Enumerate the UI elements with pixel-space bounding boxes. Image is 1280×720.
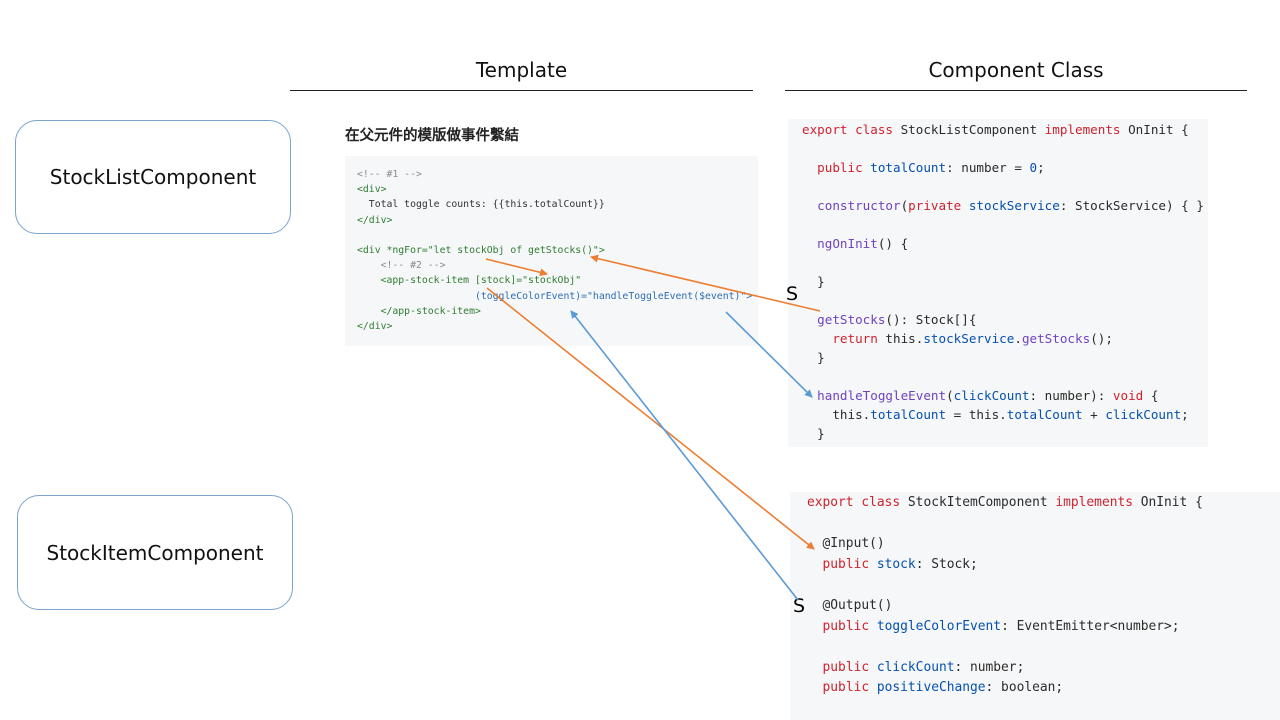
list-class-code-panel: export class StockListComponent implemen… — [788, 119, 1208, 447]
template-code-line: <div> — [357, 184, 387, 196]
template-heading: 在父元件的模版做事件繫結 — [345, 128, 519, 144]
code-line: public clickCount: number; — [822, 659, 1025, 675]
template-code-line: (toggleColorEvent)="handleToggleEvent($e… — [357, 290, 753, 302]
code-line: public stock: Stock; — [822, 556, 978, 572]
code-line: this.totalCount = this.totalCount + clic… — [802, 407, 1189, 422]
code-line: handleToggleEvent(clickCount: number): v… — [817, 388, 1159, 403]
code-line: export class StockListComponent implemen… — [802, 122, 1189, 137]
code-line: public toggleColorEvent: EventEmitter<nu… — [822, 618, 1180, 634]
code-line: public positiveChange: boolean; — [822, 680, 1064, 696]
stock-list-component-box: StockListComponent — [15, 120, 291, 234]
s-marker-item: S — [793, 595, 806, 617]
arrow-output-to-togglecolorevent — [570, 310, 799, 601]
stock-item-component-label: StockItemComponent — [46, 540, 264, 565]
template-code-line: </app-stock-item> — [357, 305, 481, 317]
item-class-code-panel: export class StockItemComponent implemen… — [790, 492, 1280, 720]
code-line: @Output() — [807, 597, 893, 613]
code-line: public totalCount: number = 0; — [817, 160, 1045, 175]
code-line: ngOnInit() { — [817, 236, 909, 251]
template-code-panel: <!-- #1 --> <div> Total toggle counts: {… — [345, 156, 758, 346]
template-column-rule — [290, 90, 753, 91]
item-class-code: export class StockItemComponent implemen… — [807, 493, 1203, 699]
stock-list-component-label: StockListComponent — [49, 165, 257, 189]
template-code-line: </div> — [357, 214, 393, 226]
list-class-code: export class StockListComponent implemen… — [802, 120, 1204, 443]
code-line: @Input() — [807, 536, 885, 552]
template-code-line: Total toggle counts: {{this.totalCount}} — [357, 199, 605, 211]
code-line: export class StockItemComponent implemen… — [807, 495, 1203, 510]
template-code: <!-- #1 --> <div> Total toggle counts: {… — [357, 167, 752, 334]
code-line: } — [802, 426, 825, 441]
template-code-line: <!-- #1 --> — [357, 169, 422, 180]
template-code-line: <app-stock-item [stock]="stockObj" — [357, 275, 582, 287]
stock-item-component-box: StockItemComponent — [17, 495, 293, 610]
template-code-line: <!-- #2 --> — [357, 260, 446, 272]
template-column-title: Template — [475, 58, 568, 82]
template-code-line: <div *ngFor="let stockObj of getStocks()… — [357, 245, 605, 257]
code-line: } — [802, 274, 825, 289]
template-code-line: </div> — [357, 321, 393, 333]
class-column-title: Component Class — [928, 58, 1104, 82]
code-line: constructor(private stockService: StockS… — [817, 198, 1204, 213]
s-marker-list: S — [786, 283, 799, 305]
code-line: return this.stockService.getStocks(); — [832, 331, 1113, 346]
code-line: } — [802, 350, 825, 365]
code-line: getStocks(): Stock[]{ — [817, 312, 977, 327]
class-column-rule — [785, 90, 1247, 91]
